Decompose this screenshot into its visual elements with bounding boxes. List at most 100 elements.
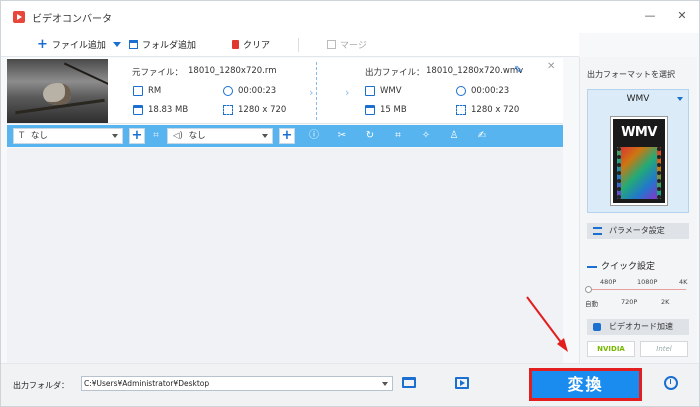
format-panel: 出力フォーマットを選択 WMV WMV パラメータ設定 クイック設定 480P … [579, 57, 697, 363]
output-format: WMV [380, 86, 402, 96]
subtitle-select[interactable]: T なし [13, 128, 123, 144]
convert-button[interactable]: 変換 [529, 368, 642, 401]
resolution-icon [223, 105, 233, 115]
source-size: 18.83 MB [148, 105, 189, 115]
source-resolution: 1280 x 720 [238, 105, 287, 115]
text-icon: T [19, 131, 25, 141]
edit-pen-icon[interactable]: ✍ [475, 129, 489, 143]
arrow-right-icon: › [309, 86, 314, 99]
output-format-selector[interactable]: WMV WMV [587, 89, 689, 213]
edit-name-icon[interactable]: ✎ [514, 65, 522, 76]
file-divider [316, 62, 317, 120]
quick-settings-label: クイック設定 [601, 262, 656, 272]
intel-badge[interactable]: Intel [640, 341, 688, 357]
output-file-label: 出力ファイル： [365, 68, 425, 78]
output-resolution: 1280 x 720 [471, 105, 520, 115]
subtitle-value: なし [30, 131, 48, 141]
remove-file-icon[interactable]: ✕ [547, 61, 555, 72]
toolbar-divider [298, 38, 299, 52]
video-thumbnail[interactable] [7, 59, 108, 123]
source-file-label: 元ファイル： [132, 68, 184, 78]
arrow-right-icon: › [345, 86, 350, 99]
add-folder-label: フォルダ追加 [142, 41, 197, 51]
source-file-name: 18010_1280x720.rm [188, 66, 277, 76]
app-logo-icon [13, 11, 25, 23]
info-icon[interactable]: ⓘ [307, 129, 321, 143]
quick-settings-title: クイック設定 [587, 259, 655, 272]
toolbar: + ファイル追加 フォルダ追加 クリア マージ [1, 33, 579, 57]
output-folder-input[interactable]: C:¥Users¥Administrator¥Desktop [81, 376, 393, 391]
quality-slider-track[interactable] [590, 289, 686, 290]
audio-value: なし [188, 131, 206, 141]
output-size: 15 MB [380, 105, 407, 115]
chevron-down-icon [113, 42, 121, 47]
add-folder-button[interactable]: フォルダ追加 [129, 38, 196, 51]
clock-icon [456, 86, 466, 96]
wmv-icon-label: WMV [621, 125, 657, 140]
output-file-name: 18010_1280x720.wmv [426, 66, 524, 76]
filesize-icon [133, 105, 143, 115]
wmv-format-icon: WMV [611, 117, 667, 205]
gpu-acceleration-label: ビデオカード加速 [609, 322, 673, 331]
chevron-down-icon [112, 134, 118, 138]
open-output-icon[interactable] [455, 377, 469, 389]
quality-label-720p: 720P [621, 298, 638, 306]
selected-format: WMV [626, 94, 650, 104]
quality-label-auto: 自動 [585, 300, 598, 308]
plus-icon: + [37, 36, 48, 52]
sliders-icon [593, 227, 602, 235]
rotate-icon[interactable]: ↻ [363, 129, 377, 143]
app-title: ビデオコンバータ [32, 14, 112, 25]
add-audio-button[interactable]: + [279, 128, 295, 144]
source-duration: 00:00:23 [238, 86, 277, 96]
quality-label-1080p: 1080P [637, 278, 658, 286]
file-list-item[interactable]: 元ファイル： 18010_1280x720.rm RM 00:00:23 18.… [7, 58, 563, 124]
filesize-icon [365, 105, 375, 115]
quality-label-2k: 2K [661, 298, 670, 306]
chip-icon [593, 323, 601, 331]
format-icon [133, 86, 143, 96]
film-strip-icon [617, 147, 661, 199]
merge-button[interactable]: マージ [327, 38, 367, 51]
gpu-acceleration-button[interactable]: ビデオカード加速 [587, 319, 689, 335]
clear-button[interactable]: クリア [232, 38, 270, 51]
scissors-icon[interactable]: ✂ [335, 129, 349, 143]
close-button[interactable]: ✕ [675, 10, 689, 22]
app-window: ビデオコンバータ — ✕ + ファイル追加 フォルダ追加 クリア マージ 元ファ… [0, 0, 700, 407]
edit-toolbar: T なし + ⌗ ◁) なし + ⓘ ✂ ↻ ⌗ ✧ ♙ ✍ [7, 125, 563, 147]
title-bar: ビデオコンバータ — ✕ [1, 1, 699, 33]
folder-icon [129, 40, 138, 49]
source-format: RM [148, 86, 162, 96]
output-folder-label: 出力フォルダ： [13, 381, 69, 390]
nvidia-badge[interactable]: NVIDIA [587, 341, 635, 357]
parameter-settings-label: パラメータ設定 [609, 226, 665, 235]
trash-icon [232, 40, 239, 49]
format-icon [365, 86, 375, 96]
add-subtitle-button[interactable]: + [129, 128, 145, 144]
slider-icon [587, 265, 597, 268]
quality-label-480p: 480P [600, 278, 617, 286]
chevron-down-icon[interactable] [382, 382, 388, 386]
effects-wand-icon[interactable]: ✧ [419, 129, 433, 143]
add-file-button[interactable]: + ファイル追加 [37, 36, 106, 52]
alarm-clock-icon[interactable] [664, 376, 678, 390]
quality-slider-handle[interactable] [585, 286, 592, 293]
add-file-dropdown[interactable] [113, 42, 121, 47]
audio-track-select[interactable]: ◁) なし [167, 128, 273, 144]
minimize-button[interactable]: — [643, 10, 657, 22]
subtitle-settings-icon[interactable]: ⌗ [149, 129, 163, 143]
chevron-down-icon [677, 97, 683, 101]
watermark-stamp-icon[interactable]: ♙ [447, 129, 461, 143]
open-folder-icon[interactable] [402, 377, 416, 388]
speaker-icon: ◁) [173, 131, 183, 141]
quality-label-4k: 4K [679, 278, 688, 286]
resolution-icon [456, 105, 466, 115]
crop-icon[interactable]: ⌗ [391, 129, 405, 143]
file-drop-area[interactable] [7, 148, 563, 363]
clock-icon [223, 86, 233, 96]
output-duration: 00:00:23 [471, 86, 510, 96]
merge-icon [327, 40, 336, 49]
thumbnail-bird-shape [43, 83, 71, 105]
parameter-settings-button[interactable]: パラメータ設定 [587, 223, 689, 239]
thumbnail-branch-shape [63, 62, 108, 86]
